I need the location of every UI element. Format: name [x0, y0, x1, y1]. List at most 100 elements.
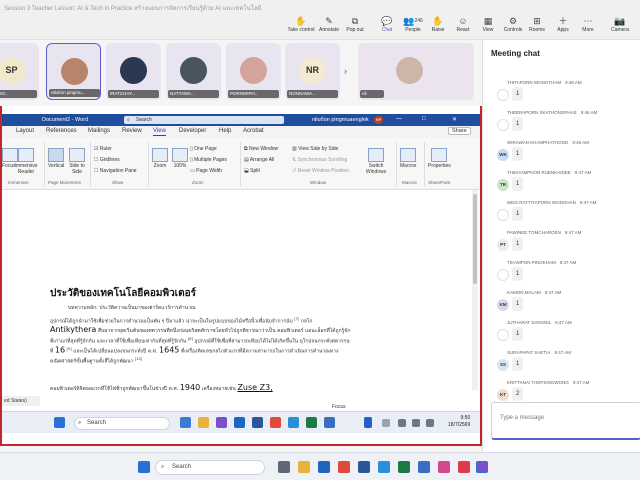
- battery-icon[interactable]: [426, 419, 434, 427]
- wifi-icon[interactable]: [398, 419, 406, 427]
- ribbon-tabs: Layout References Mailings Review View D…: [2, 126, 480, 138]
- zoom-button[interactable]: Zoom: [152, 148, 168, 169]
- tab-mailings[interactable]: Mailings: [88, 128, 110, 134]
- tab-layout[interactable]: Layout: [16, 128, 34, 134]
- speaker-icon[interactable]: [412, 419, 420, 427]
- participant-tile[interactable]: IRATCHAY...: [106, 43, 161, 100]
- ruler-checkbox[interactable]: Ruler: [94, 146, 112, 152]
- immersive-reader-button[interactable]: Immersive Reader: [12, 148, 40, 175]
- chat-time: 9:47 AM: [564, 230, 582, 235]
- file-explorer-icon[interactable]: [198, 417, 209, 428]
- tab-help[interactable]: Help: [219, 128, 231, 134]
- word-search-input[interactable]: ⌕ Search: [124, 116, 284, 124]
- share-button[interactable]: Share: [448, 127, 471, 135]
- more-button[interactable]: ⋯ More: [573, 16, 603, 33]
- chat-message[interactable]: THITAPORN WONGTHAM 9:46 AM 1: [483, 80, 640, 112]
- navigation-pane-checkbox[interactable]: Navigation Pane: [94, 168, 137, 174]
- app-icon[interactable]: [324, 417, 335, 428]
- properties-button[interactable]: Properties: [428, 148, 451, 169]
- arrange-all-button[interactable]: ▤ Arrange All: [244, 157, 274, 163]
- outlook-icon[interactable]: [234, 417, 245, 428]
- macros-button[interactable]: Macros: [400, 148, 416, 169]
- sync-scrolling-button[interactable]: ⇅ Synchronous Scrolling: [292, 157, 347, 163]
- app-icon[interactable]: [418, 461, 430, 473]
- chevron-up-icon[interactable]: [382, 419, 390, 427]
- focus-status[interactable]: Focus: [332, 404, 346, 410]
- microphone-icon[interactable]: [364, 417, 372, 428]
- windows-start-icon[interactable]: [54, 417, 65, 428]
- one-page-button[interactable]: ▯ One Page: [190, 146, 217, 152]
- word-icon[interactable]: [252, 417, 263, 428]
- participant-tile[interactable]: SP THIPHO...: [0, 43, 39, 100]
- tab-developer[interactable]: Developer: [179, 128, 206, 134]
- chat-sender: PAWINEE TOMCHAROEN: [507, 230, 561, 235]
- tab-acrobat[interactable]: Acrobat: [243, 128, 264, 134]
- participant-tile[interactable]: niluбon pingmu...: [46, 43, 101, 100]
- maximize-icon[interactable]: □: [422, 116, 426, 122]
- chat-message[interactable]: WIRAWAN KHAMPHATHONG 9:46 AM WK 1: [483, 140, 640, 172]
- teams-icon[interactable]: [216, 417, 227, 428]
- chat-message[interactable]: PAWINEE TOMCHAROEN 9:47 AM PT 1: [483, 230, 640, 262]
- minimize-icon[interactable]: —: [396, 116, 402, 122]
- avatar[interactable]: NP: [374, 116, 383, 124]
- chat-message[interactable]: JUTHARAT SANGNIL 9:47 AM 1: [483, 320, 640, 352]
- teams-icon[interactable]: [476, 461, 488, 473]
- excel-icon[interactable]: [398, 461, 410, 473]
- chat-message[interactable]: THIKHAMPHON RUENKAIDEE 9:47 AM TR 1: [483, 170, 640, 202]
- document-page[interactable]: ประวัติของเทคโนโลยีคอมพิวเตอร์ บทความหลั…: [2, 190, 480, 411]
- outlook-icon[interactable]: [318, 461, 330, 473]
- edge-icon[interactable]: [378, 461, 390, 473]
- participant-tile[interactable]: PORNWIPH...: [226, 43, 281, 100]
- ribbon-group-label: Immersive: [8, 180, 29, 185]
- chat-sender: THEERAPORN SKATHONGPHAE: [507, 110, 577, 115]
- excel-icon[interactable]: [306, 417, 317, 428]
- pop-out-button[interactable]: ⧉ Pop out: [340, 16, 370, 33]
- chrome-icon[interactable]: [270, 417, 281, 428]
- chat-header: KRITTANAI THEPSINGWONG 9:47 AM: [507, 380, 589, 385]
- page-width-button[interactable]: ▭ Page Width: [190, 168, 222, 174]
- chat-message[interactable]: MISS RATTIYAPORN WONGHAN 9:47 AM 1: [483, 200, 640, 232]
- document-scrollbar[interactable]: [472, 190, 478, 390]
- multiple-pages-button[interactable]: ▯ Multiple Pages: [190, 157, 227, 163]
- windows-start-icon[interactable]: [138, 461, 150, 473]
- app-icon[interactable]: [438, 461, 450, 473]
- side-to-side-button[interactable]: Side to Side: [68, 148, 86, 175]
- take-control-button[interactable]: ✋ Take control: [286, 16, 316, 33]
- task-view-icon[interactable]: [180, 417, 191, 428]
- participant-tile[interactable]: NR NONNAWA...: [285, 43, 340, 100]
- chat-message[interactable]: KAMON MALAM 9:47 AM KM 1: [483, 290, 640, 322]
- close-icon[interactable]: ✕: [452, 116, 457, 123]
- chat-message[interactable]: SURAPAPAT SAETIA 9:47 AM SS 1: [483, 350, 640, 382]
- switch-windows-button[interactable]: Switch Windows: [364, 148, 388, 175]
- split-button[interactable]: ⬓ Split: [244, 168, 260, 174]
- participant-strip: SP THIPHO... niluбon pingmu... IRATCHAY.…: [0, 40, 480, 106]
- chat-message[interactable]: TIKAMPON PINGKHAM 9:47 AM 1: [483, 260, 640, 292]
- taskbar-search-input[interactable]: ⌕ Search: [74, 417, 170, 430]
- camera-button[interactable]: 📷 Camera: [605, 16, 635, 33]
- reset-window-button[interactable]: ↺ Reset Window Position: [292, 168, 349, 174]
- participant-tile[interactable]: nil: [358, 43, 474, 100]
- new-window-button[interactable]: ⧉ New Window: [244, 146, 278, 152]
- zoom-100-button[interactable]: 100%: [172, 148, 188, 169]
- chat-message-input[interactable]: Type a message: [491, 402, 640, 440]
- vertical-button[interactable]: Vertical: [48, 148, 64, 169]
- chevron-right-icon[interactable]: ›: [344, 66, 347, 76]
- app-icon[interactable]: [458, 461, 470, 473]
- clock[interactable]: 9:50 18/7/2569: [448, 415, 470, 429]
- chrome-icon[interactable]: [338, 461, 350, 473]
- participant-tile[interactable]: NATTAWA...: [166, 43, 221, 100]
- taskbar-search-input[interactable]: ⌕ Search: [155, 460, 265, 475]
- view-side-by-side-button[interactable]: ▥ View Side by Side: [292, 146, 338, 152]
- gridlines-checkbox[interactable]: Gridlines: [94, 157, 120, 163]
- edge-icon[interactable]: [288, 417, 299, 428]
- chat-sender: MISS RATTIYAPORN WONGHAN: [507, 200, 576, 205]
- word-icon[interactable]: [358, 461, 370, 473]
- chat-header: JUTHARAT SANGNIL 9:47 AM: [507, 320, 572, 325]
- tab-references[interactable]: References: [46, 128, 77, 134]
- scrollbar-thumb[interactable]: [473, 194, 477, 284]
- tab-view[interactable]: View: [153, 128, 166, 136]
- chat-message[interactable]: THEERAPORN SKATHONGPHAE 9:46 AM 1: [483, 110, 640, 142]
- task-view-icon[interactable]: [278, 461, 290, 473]
- tab-review[interactable]: Review: [122, 128, 142, 134]
- file-explorer-icon[interactable]: [298, 461, 310, 473]
